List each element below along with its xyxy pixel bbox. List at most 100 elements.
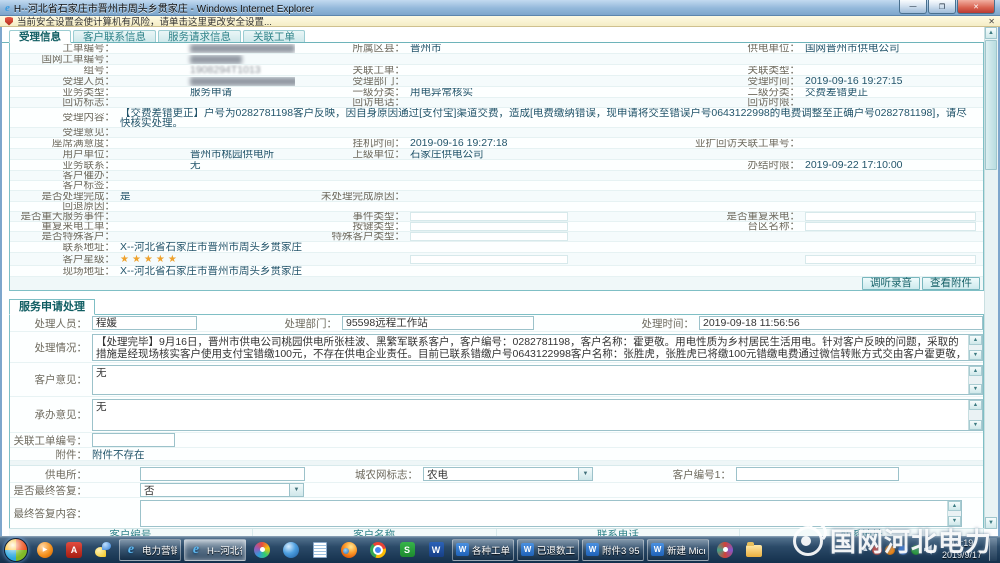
tab-service-request-info[interactable]: 服务请求信息 — [158, 30, 241, 42]
tab-customer-contact-info[interactable]: 客户联系信息 — [73, 30, 156, 42]
tray-app-orange-icon[interactable] — [885, 545, 895, 555]
taskbar: ▶ Ae电力营销业...eH--河北省... SW W各种工单.d...W已退数工单.… — [0, 536, 1000, 563]
grid-flag-select[interactable]: 农电▼ — [423, 467, 593, 481]
media-player-icon[interactable]: ▶ — [32, 539, 58, 561]
field-label: 是否最终答复： — [10, 483, 92, 498]
tray-expand-icon[interactable]: ▲ — [862, 546, 869, 553]
view-attachment-button[interactable]: 查看附件 — [922, 277, 980, 290]
scroll-down-icon[interactable]: ▼ — [969, 420, 982, 430]
textarea-scrollbar[interactable]: ▲▼ — [968, 366, 982, 394]
related-order-no-input[interactable] — [92, 433, 175, 447]
notepad-icon[interactable] — [307, 539, 333, 561]
handle-time-input[interactable]: 2019-09-18 11:56:56 — [699, 316, 983, 330]
field-value: 2019-09-22 17:10:00 — [805, 161, 983, 170]
firefox-icon[interactable] — [336, 539, 362, 561]
pinwheel-browser-icon[interactable] — [249, 539, 275, 561]
explorer-icon[interactable] — [741, 539, 767, 561]
customer-opinion-textarea[interactable]: 无▲▼ — [92, 365, 983, 395]
form-row: 业务类型：服务申请一级分类：用电异常核实二级分类：交费差错更正 — [10, 87, 983, 98]
show-desktop-button[interactable] — [989, 538, 997, 561]
scroll-down-icon[interactable]: ▼ — [969, 350, 982, 360]
scroll-up-icon[interactable]: ▲ — [969, 400, 982, 410]
word-icon[interactable]: W — [423, 539, 449, 561]
scroll-down-icon[interactable]: ▼ — [969, 384, 982, 394]
s-app-icon[interactable]: S — [394, 539, 420, 561]
panel-button-row: 调听录音查看附件 — [10, 277, 983, 290]
form-row: 回退原因： — [10, 202, 983, 212]
textarea-scrollbar[interactable]: ▲▼ — [968, 335, 982, 360]
scrollbar-thumb[interactable] — [985, 40, 997, 170]
final-reply-textarea[interactable]: ▲▼ — [140, 500, 962, 527]
tab-related-orders[interactable]: 关联工单 — [243, 30, 305, 42]
wps-doc-window-4[interactable]: W新建 Micro... — [647, 539, 709, 561]
empty-field-box — [805, 255, 976, 264]
field-value: 无 — [120, 161, 295, 170]
listen-recording-button[interactable]: 调听录音 — [862, 277, 920, 290]
textarea-text: 无 — [96, 367, 967, 393]
tray-volume-icon[interactable] — [924, 544, 935, 555]
textarea-scrollbar[interactable]: ▲▼ — [947, 501, 961, 526]
field-value — [120, 55, 295, 64]
security-info-bar[interactable]: 当前安全设置会使计算机有风险，请单击这里更改安全设置... ✕ — [0, 16, 1000, 27]
wps-doc-window-2[interactable]: W已退数工单... — [517, 539, 579, 561]
field-label: 受理人员： — [10, 77, 120, 86]
close-button[interactable]: ✕ — [957, 0, 995, 14]
scroll-up-icon[interactable]: ▲ — [969, 366, 982, 376]
scroll-up-icon[interactable]: ▲ — [969, 335, 982, 345]
form-row: 是否特殊客户：特殊客户类型： — [10, 232, 983, 242]
customer-no1-input[interactable] — [736, 467, 899, 481]
power-station-input[interactable] — [140, 467, 305, 481]
chrome-icon[interactable] — [365, 539, 391, 561]
form-row: 客户标签： — [10, 181, 983, 191]
dropdown-arrow-icon[interactable]: ▼ — [578, 468, 592, 480]
tray-app-blue-icon[interactable] — [898, 545, 908, 555]
messenger-icon[interactable] — [90, 539, 116, 561]
adobe-reader-icon[interactable]: A — [61, 539, 87, 561]
globe-browser-icon[interactable] — [278, 539, 304, 561]
disc-app-icon[interactable] — [712, 539, 738, 561]
field-value: 服务申请 — [120, 88, 295, 97]
ie-icon: e — [188, 542, 204, 558]
form-row: 客户星级：★★★★★ — [10, 253, 983, 266]
adobe-reader-icon: A — [66, 542, 82, 558]
form-row: 业务联系：无办结时限：2019-09-22 17:10:00 — [10, 160, 983, 171]
minimize-button[interactable]: — — [899, 0, 927, 14]
infobar-close-icon[interactable]: ✕ — [988, 17, 995, 26]
field-label: 按键类型： — [295, 222, 410, 231]
tray-app-green-icon[interactable] — [911, 545, 921, 555]
tab-acceptance-info[interactable]: 受理信息 — [9, 30, 71, 43]
start-button[interactable] — [3, 539, 29, 561]
word-icon: W — [429, 542, 444, 557]
taskbar-clock[interactable]: 14:192019/9/17 — [938, 538, 986, 561]
redacted-value — [190, 77, 295, 86]
ie-window-power-marketing[interactable]: e电力营销业... — [119, 539, 181, 561]
undertake-opinion-textarea[interactable]: 无▲▼ — [92, 399, 983, 431]
handler-name-input[interactable]: 程媛 — [92, 316, 197, 330]
dropdown-arrow-icon[interactable]: ▼ — [289, 484, 303, 496]
disc-app-icon — [717, 542, 733, 558]
page-scrollbar[interactable]: ▲ ▼ — [984, 27, 998, 529]
handle-detail-textarea[interactable]: 【处理完毕】9月16日，晋州市供电公司桃园供电所张桂波、黑繁军联系客户，客户编号… — [92, 334, 983, 361]
ie-favicon: e — [5, 2, 10, 14]
window-button-label: 附件3 9559... — [602, 543, 640, 557]
pinwheel-browser-icon — [254, 542, 270, 558]
textarea-scrollbar[interactable]: ▲▼ — [968, 400, 982, 430]
field-label: 二级分类： — [575, 88, 805, 97]
field-value: 用电异常核实 — [410, 88, 575, 97]
wps-doc-window-3[interactable]: W附件3 9559... — [582, 539, 644, 561]
maximize-button[interactable]: ❐ — [928, 0, 956, 14]
screen: e H--河北省石家庄市晋州市周头乡贯家庄 - Windows Internet… — [0, 0, 1000, 563]
field-label: 座席满意度： — [10, 139, 120, 148]
handle-dept-input[interactable]: 95598远程工作站 — [342, 316, 534, 330]
tray-app-red-icon[interactable] — [872, 545, 882, 555]
final-reply-select[interactable]: 否▼ — [140, 483, 304, 497]
scroll-down-icon[interactable]: ▼ — [948, 516, 961, 526]
scrollbar-down-icon[interactable]: ▼ — [985, 517, 997, 529]
scroll-up-icon[interactable]: ▲ — [948, 501, 961, 511]
field-label: 处理部门： — [197, 316, 342, 331]
tab-service-request-handling[interactable]: 服务申请处理 — [9, 299, 95, 315]
scrollbar-up-icon[interactable]: ▲ — [985, 27, 997, 39]
wps-doc-window-1[interactable]: W各种工单.d... — [452, 539, 514, 561]
field-label: 上级单位： — [295, 150, 410, 159]
ie-window-current[interactable]: eH--河北省... — [184, 539, 246, 561]
